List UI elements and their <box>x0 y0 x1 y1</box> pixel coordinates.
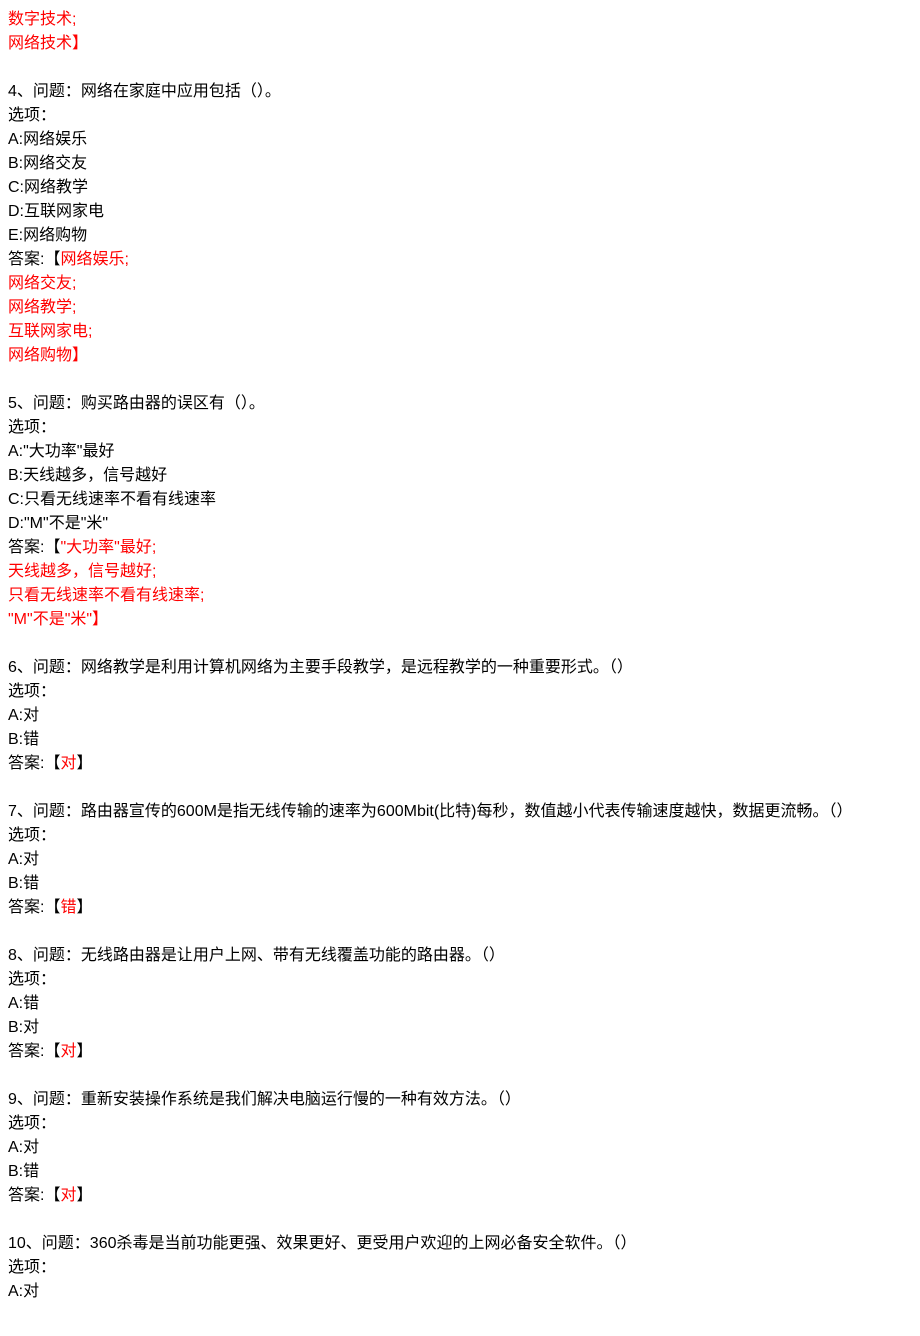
question-text: 5、问题：购买路由器的误区有（）。 <box>8 392 912 416</box>
option-e: E:网络购物 <box>8 224 912 248</box>
option-d: D:互联网家电 <box>8 200 912 224</box>
question-8: 8、问题：无线路由器是让用户上网、带有无线覆盖功能的路由器。（） 选项： A:错… <box>8 944 912 1064</box>
option-b: B:错 <box>8 1160 912 1184</box>
option-a: A:对 <box>8 848 912 872</box>
question-text: 6、问题：网络教学是利用计算机网络为主要手段教学，是远程教学的一种重要形式。（） <box>8 656 912 680</box>
answer-text: 网络购物】 <box>8 344 912 368</box>
answer-line: 答案:【对】 <box>8 1040 912 1064</box>
answer-suffix: 】 <box>76 1043 92 1060</box>
option-c: C:网络教学 <box>8 176 912 200</box>
options-label: 选项： <box>8 824 912 848</box>
option-a: A:对 <box>8 1136 912 1160</box>
option-b: B:天线越多，信号越好 <box>8 464 912 488</box>
option-a: A:对 <box>8 704 912 728</box>
answer-text: 只看无线速率不看有线速率; <box>8 584 912 608</box>
answer-suffix: 】 <box>76 1187 92 1204</box>
option-c: C:只看无线速率不看有线速率 <box>8 488 912 512</box>
options-label: 选项： <box>8 416 912 440</box>
options-label: 选项： <box>8 968 912 992</box>
answer-prefix: 答案:【 <box>8 1043 60 1060</box>
answer-fragment-line: 数字技术; <box>8 8 912 32</box>
answer-suffix: 】 <box>76 755 92 772</box>
answer-prefix: 答案:【 <box>8 539 60 556</box>
question-5: 5、问题：购买路由器的误区有（）。 选项： A:"大功率"最好 B:天线越多，信… <box>8 392 912 632</box>
question-6: 6、问题：网络教学是利用计算机网络为主要手段教学，是远程教学的一种重要形式。（）… <box>8 656 912 776</box>
question-text: 9、问题：重新安装操作系统是我们解决电脑运行慢的一种有效方法。（） <box>8 1088 912 1112</box>
answer-text: 天线越多，信号越好; <box>8 560 912 584</box>
answer-line: 答案:【对】 <box>8 1184 912 1208</box>
answer-prefix: 答案:【 <box>8 251 60 268</box>
options-label: 选项： <box>8 680 912 704</box>
answer-text: "M"不是"米"】 <box>8 608 912 632</box>
answer-prefix: 答案:【 <box>8 1187 60 1204</box>
options-label: 选项： <box>8 1112 912 1136</box>
answer-text: 互联网家电; <box>8 320 912 344</box>
option-a: A:错 <box>8 992 912 1016</box>
option-a: A:网络娱乐 <box>8 128 912 152</box>
option-a: A:"大功率"最好 <box>8 440 912 464</box>
question-text: 8、问题：无线路由器是让用户上网、带有无线覆盖功能的路由器。（） <box>8 944 912 968</box>
previous-answer-fragment: 数字技术; 网络技术】 <box>8 8 912 56</box>
answer-fragment-line: 网络技术】 <box>8 32 912 56</box>
options-label: 选项： <box>8 104 912 128</box>
answer-suffix: 】 <box>76 899 92 916</box>
question-text: 10、问题：360杀毒是当前功能更强、效果更好、更受用户欢迎的上网必备安全软件。… <box>8 1232 912 1256</box>
question-text: 7、问题：路由器宣传的600M是指无线传输的速率为600Mbit(比特)每秒，数… <box>8 800 912 824</box>
question-text: 4、问题：网络在家庭中应用包括（）。 <box>8 80 912 104</box>
question-10: 10、问题：360杀毒是当前功能更强、效果更好、更受用户欢迎的上网必备安全软件。… <box>8 1232 912 1304</box>
answer-text: 错 <box>60 899 76 916</box>
options-label: 选项： <box>8 1256 912 1280</box>
answer-text: 网络教学; <box>8 296 912 320</box>
answer-text: 网络娱乐; <box>60 251 128 268</box>
answer-line: 答案:【对】 <box>8 752 912 776</box>
option-d: D:"M"不是"米" <box>8 512 912 536</box>
question-9: 9、问题：重新安装操作系统是我们解决电脑运行慢的一种有效方法。（） 选项： A:… <box>8 1088 912 1208</box>
answer-line: 答案:【网络娱乐; <box>8 248 912 272</box>
answer-text: 对 <box>60 755 76 772</box>
answer-line: 答案:【"大功率"最好; <box>8 536 912 560</box>
option-b: B:错 <box>8 872 912 896</box>
option-b: B:错 <box>8 728 912 752</box>
answer-prefix: 答案:【 <box>8 755 60 772</box>
answer-text: 网络交友; <box>8 272 912 296</box>
option-b: B:对 <box>8 1016 912 1040</box>
answer-text: 对 <box>60 1043 76 1060</box>
answer-line: 答案:【错】 <box>8 896 912 920</box>
answer-text: 对 <box>60 1187 76 1204</box>
question-7: 7、问题：路由器宣传的600M是指无线传输的速率为600Mbit(比特)每秒，数… <box>8 800 912 920</box>
answer-prefix: 答案:【 <box>8 899 60 916</box>
answer-text: "大功率"最好; <box>60 539 156 556</box>
question-4: 4、问题：网络在家庭中应用包括（）。 选项： A:网络娱乐 B:网络交友 C:网… <box>8 80 912 368</box>
option-a: A:对 <box>8 1280 912 1304</box>
option-b: B:网络交友 <box>8 152 912 176</box>
